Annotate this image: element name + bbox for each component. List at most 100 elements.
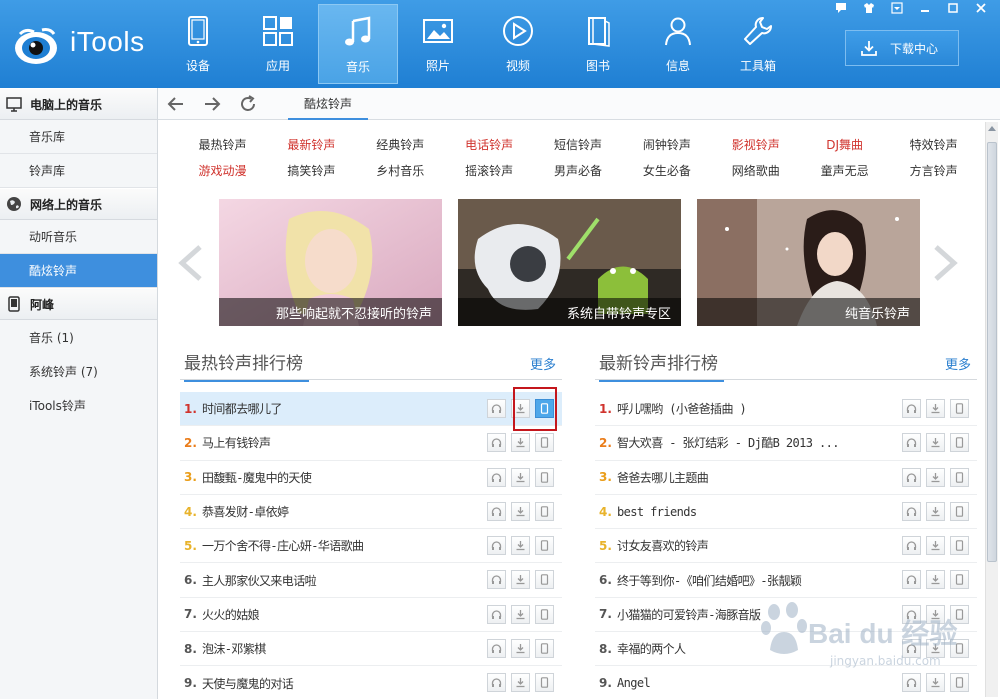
- list-item[interactable]: 2. 马上有钱铃声: [180, 426, 562, 461]
- banner-pure-music[interactable]: 纯音乐铃声: [697, 199, 920, 326]
- list-item[interactable]: 5. 讨女友喜欢的铃声: [595, 529, 977, 564]
- category-link[interactable]: 乡村音乐: [356, 162, 445, 179]
- download-button[interactable]: [926, 501, 945, 521]
- play-button[interactable]: [902, 399, 921, 418]
- list-item[interactable]: 7. 火火的姑娘: [180, 598, 562, 633]
- back-button[interactable]: [166, 94, 186, 114]
- category-link[interactable]: 最新铃声: [267, 136, 356, 153]
- import-to-device-button[interactable]: [535, 433, 554, 453]
- sidebar-group-device[interactable]: 阿峰: [0, 288, 157, 320]
- play-button[interactable]: [487, 399, 506, 418]
- list-item[interactable]: 1. 时间都去哪儿了: [180, 387, 562, 431]
- play-button[interactable]: [487, 604, 506, 624]
- play-button[interactable]: [487, 639, 506, 659]
- play-button[interactable]: [487, 673, 506, 693]
- list-item[interactable]: 1. 呼儿嘿哟 (小爸爸插曲 ): [595, 392, 977, 427]
- play-button[interactable]: [902, 501, 921, 521]
- forward-button[interactable]: [202, 94, 222, 114]
- refresh-button[interactable]: [238, 94, 258, 114]
- vertical-scrollbar[interactable]: [985, 122, 998, 697]
- menu-button[interactable]: [884, 0, 910, 16]
- download-button[interactable]: [511, 433, 530, 453]
- download-button[interactable]: [511, 501, 530, 521]
- sidebar-item-device-music[interactable]: 音乐 (1): [0, 320, 157, 354]
- category-link[interactable]: 游戏动漫: [178, 162, 267, 179]
- sidebar-group-pc-music[interactable]: 电脑上的音乐: [0, 88, 157, 120]
- tab-cool-ringtones[interactable]: 酷炫铃声: [288, 88, 368, 120]
- list-item[interactable]: 9. 天使与魔鬼的对话: [180, 666, 562, 699]
- nav-books[interactable]: 图书: [558, 4, 638, 84]
- sidebar-item-itools-ringtones[interactable]: iTools铃声: [0, 388, 157, 422]
- sidebar-item-music-library[interactable]: 音乐库: [0, 120, 157, 154]
- list-item[interactable]: 3. 田馥甄-魔鬼中的天使: [180, 461, 562, 495]
- carousel-prev-button[interactable]: [174, 243, 206, 283]
- import-to-device-button[interactable]: [950, 433, 969, 453]
- import-to-device-button[interactable]: [535, 604, 554, 624]
- nav-apps[interactable]: 应用: [238, 4, 318, 84]
- download-button[interactable]: [511, 467, 530, 487]
- category-link[interactable]: 闹钟铃声: [622, 136, 711, 153]
- import-to-device-button[interactable]: [950, 467, 969, 487]
- import-to-device-button[interactable]: [535, 501, 554, 521]
- import-to-device-button[interactable]: [950, 501, 969, 521]
- category-link[interactable]: 影视铃声: [711, 136, 800, 153]
- list-item[interactable]: 2. 智大欢喜 - 张灯结彩 - Dj酷B 2013 ...: [595, 426, 977, 461]
- download-button[interactable]: [926, 467, 945, 487]
- nav-photos[interactable]: 照片: [398, 4, 478, 84]
- category-link[interactable]: 电话铃声: [445, 136, 534, 153]
- sidebar-item-dongting-music[interactable]: 动听音乐: [0, 220, 157, 254]
- download-button[interactable]: [926, 433, 945, 453]
- import-to-device-button[interactable]: [950, 536, 969, 556]
- nav-music[interactable]: 音乐: [318, 4, 398, 84]
- download-button[interactable]: [926, 570, 945, 590]
- category-link[interactable]: 搞笑铃声: [267, 162, 356, 179]
- import-to-device-button[interactable]: [535, 570, 554, 590]
- category-link[interactable]: 最热铃声: [178, 136, 267, 153]
- import-to-device-button[interactable]: [950, 570, 969, 590]
- list-item[interactable]: 5. 一万个舍不得-庄心妍-华语歌曲: [180, 529, 562, 564]
- skin-button[interactable]: [856, 0, 882, 16]
- import-to-device-button[interactable]: [535, 639, 554, 659]
- play-button[interactable]: [902, 570, 921, 590]
- nav-info[interactable]: 信息: [638, 4, 718, 84]
- list-item[interactable]: 4. 恭喜发财-卓依婷: [180, 495, 562, 530]
- sidebar-item-system-ringtones[interactable]: 系统铃声 (7): [0, 354, 157, 388]
- nav-device[interactable]: 设备: [158, 4, 238, 84]
- list-item[interactable]: 8. 泡沫-邓紫棋: [180, 632, 562, 667]
- play-button[interactable]: [902, 467, 921, 487]
- play-button[interactable]: [487, 501, 506, 521]
- feedback-button[interactable]: [828, 0, 854, 16]
- banner-unbearable-ringtones[interactable]: 那些响起就不忍接听的铃声: [219, 199, 442, 326]
- category-link[interactable]: 短信铃声: [534, 136, 623, 153]
- sidebar-item-ringtone-library[interactable]: 铃声库: [0, 154, 157, 188]
- download-button[interactable]: [511, 604, 530, 624]
- play-button[interactable]: [902, 433, 921, 453]
- play-button[interactable]: [487, 433, 506, 453]
- close-button[interactable]: [968, 0, 994, 16]
- banner-system-ringtones[interactable]: 系统自带铃声专区: [458, 199, 681, 326]
- minimize-button[interactable]: [912, 0, 938, 16]
- download-button[interactable]: [511, 673, 530, 693]
- download-button[interactable]: [926, 536, 945, 556]
- import-to-device-button[interactable]: [535, 673, 554, 693]
- list-item[interactable]: 6. 主人那家伙又来电话啦: [180, 563, 562, 598]
- scroll-up-arrow-icon[interactable]: [988, 126, 996, 131]
- category-link[interactable]: 特效铃声: [889, 136, 978, 153]
- more-link[interactable]: 更多: [530, 354, 556, 373]
- nav-video[interactable]: 视频: [478, 4, 558, 84]
- sidebar-item-cool-ringtones[interactable]: 酷炫铃声: [0, 254, 157, 288]
- import-to-device-button[interactable]: [950, 399, 969, 418]
- nav-toolbox[interactable]: 工具箱: [718, 4, 798, 84]
- category-link[interactable]: 网络歌曲: [711, 162, 800, 179]
- list-item[interactable]: 3. 爸爸去哪儿主题曲: [595, 461, 977, 495]
- scrollbar-thumb[interactable]: [987, 142, 997, 562]
- play-button[interactable]: [487, 467, 506, 487]
- download-button[interactable]: [511, 536, 530, 556]
- play-button[interactable]: [902, 536, 921, 556]
- category-link[interactable]: 女生必备: [622, 162, 711, 179]
- category-link[interactable]: 方言铃声: [889, 162, 978, 179]
- download-button[interactable]: [926, 399, 945, 418]
- carousel-next-button[interactable]: [930, 243, 962, 283]
- category-link[interactable]: 童声无忌: [800, 162, 889, 179]
- download-center-button[interactable]: 下载中心: [845, 30, 959, 66]
